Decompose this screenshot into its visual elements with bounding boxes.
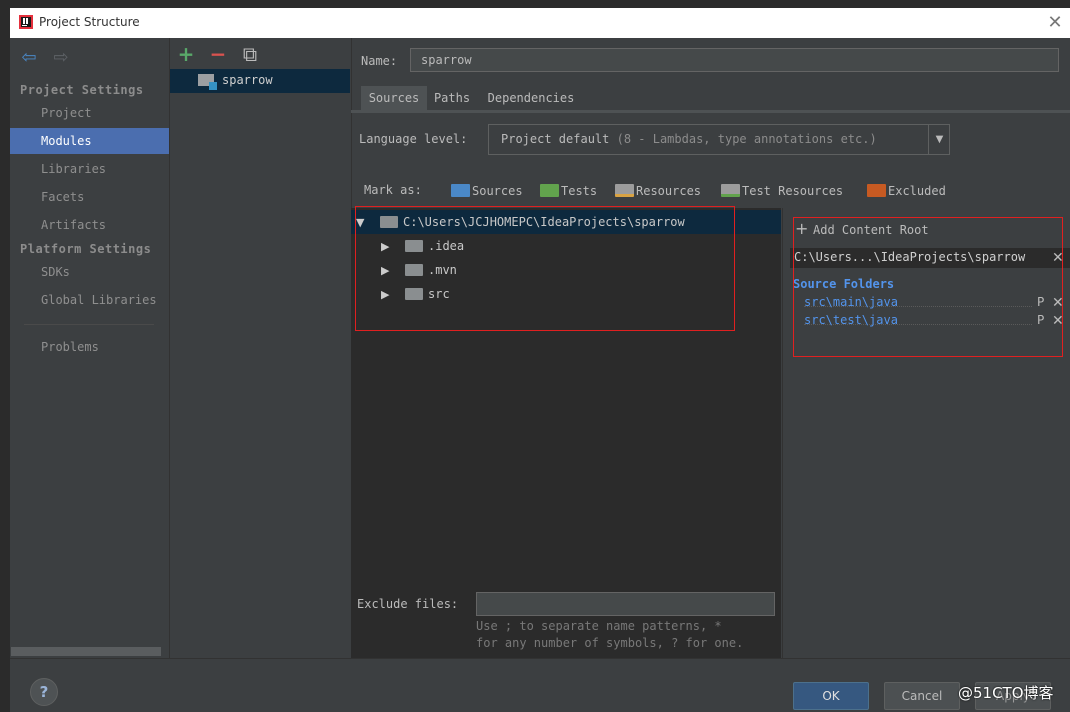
forward-arrow-icon[interactable]: ⇨	[51, 48, 71, 68]
sidebar-divider	[24, 324, 154, 325]
tab-dependencies[interactable]: Dependencies	[478, 86, 584, 110]
mark-tests-label: Tests	[561, 184, 598, 198]
mark-test-resources-button[interactable]: Test Resources	[721, 183, 843, 199]
test-resources-folder-icon	[721, 184, 740, 197]
tree-highlight-box	[355, 206, 735, 331]
back-arrow-icon[interactable]: ⇦	[19, 48, 39, 68]
mark-sources-button[interactable]: Sources	[451, 183, 523, 199]
sidebar-item-project[interactable]: Project	[10, 100, 169, 126]
mark-resources-label: Resources	[636, 184, 702, 198]
tab-sources[interactable]: Sources	[361, 86, 427, 110]
help-icon[interactable]: ?	[30, 678, 58, 706]
sidebar-item-artifacts[interactable]: Artifacts	[10, 212, 169, 238]
sidebar-item-sdks[interactable]: SDKs	[10, 259, 169, 285]
copy-module-icon[interactable]: ⧉	[239, 43, 261, 65]
excluded-folder-icon	[867, 184, 886, 197]
tests-folder-icon	[540, 184, 559, 197]
add-module-icon[interactable]: +	[175, 43, 197, 65]
intellij-logo-icon	[19, 15, 33, 29]
ok-button[interactable]: OK	[793, 682, 869, 710]
sidebar-item-modules[interactable]: Modules	[10, 128, 169, 154]
mark-resources-button[interactable]: Resources	[615, 183, 701, 199]
sidebar-scrollbar[interactable]	[11, 647, 161, 656]
module-name: sparrow	[222, 73, 273, 87]
sources-folder-icon	[451, 184, 470, 197]
mark-tests-button[interactable]: Tests	[540, 183, 597, 199]
title-bar[interactable]	[10, 8, 1070, 38]
mark-sources-label: Sources	[472, 184, 523, 198]
mark-test-resources-label: Test Resources	[742, 184, 844, 198]
exclude-hint-line2: for any number of symbols, ? for one.	[476, 636, 744, 650]
exclude-files-field[interactable]	[476, 592, 775, 616]
language-level-selected: Project default	[501, 132, 610, 146]
mark-excluded-label: Excluded	[888, 184, 946, 198]
cancel-button[interactable]: Cancel	[884, 682, 960, 710]
window-title: Project Structure	[39, 15, 140, 29]
close-icon[interactable]: ✕	[1044, 12, 1066, 34]
exclude-files-label: Exclude files:	[357, 597, 459, 611]
mark-excluded-button[interactable]: Excluded	[867, 183, 946, 199]
module-name-field[interactable]: sparrow	[410, 48, 1059, 72]
name-label: Name:	[361, 54, 398, 68]
sidebar-item-libraries[interactable]: Libraries	[10, 156, 169, 182]
platform-settings-header: Platform Settings	[20, 242, 152, 256]
project-settings-header: Project Settings	[20, 83, 144, 97]
footer-divider	[10, 658, 1070, 659]
watermark: @51CTO博客	[958, 684, 1054, 702]
tab-paths[interactable]: Paths	[428, 86, 476, 110]
language-level-value: Project default (8 - Lambdas, type annot…	[501, 132, 877, 146]
modules-list-panel	[169, 38, 352, 658]
chevron-down-icon[interactable]: ▼	[928, 125, 950, 154]
sidebar-item-facets[interactable]: Facets	[10, 184, 169, 210]
sidebar-item-problems[interactable]: Problems	[10, 334, 169, 360]
module-folder-icon	[198, 74, 217, 90]
content-root-highlight-box	[793, 217, 1063, 357]
tab-underline	[351, 110, 1070, 113]
language-level-detail: (8 - Lambdas, type annotations etc.)	[616, 132, 877, 146]
exclude-hint-line1: Use ; to separate name patterns, *	[476, 619, 722, 633]
sidebar-item-global-libraries[interactable]: Global Libraries	[10, 287, 169, 313]
remove-module-icon[interactable]: −	[207, 43, 229, 65]
left-edge	[0, 0, 10, 712]
mark-as-label: Mark as:	[364, 183, 422, 197]
resources-folder-icon	[615, 184, 634, 197]
language-level-label: Language level:	[359, 132, 468, 146]
